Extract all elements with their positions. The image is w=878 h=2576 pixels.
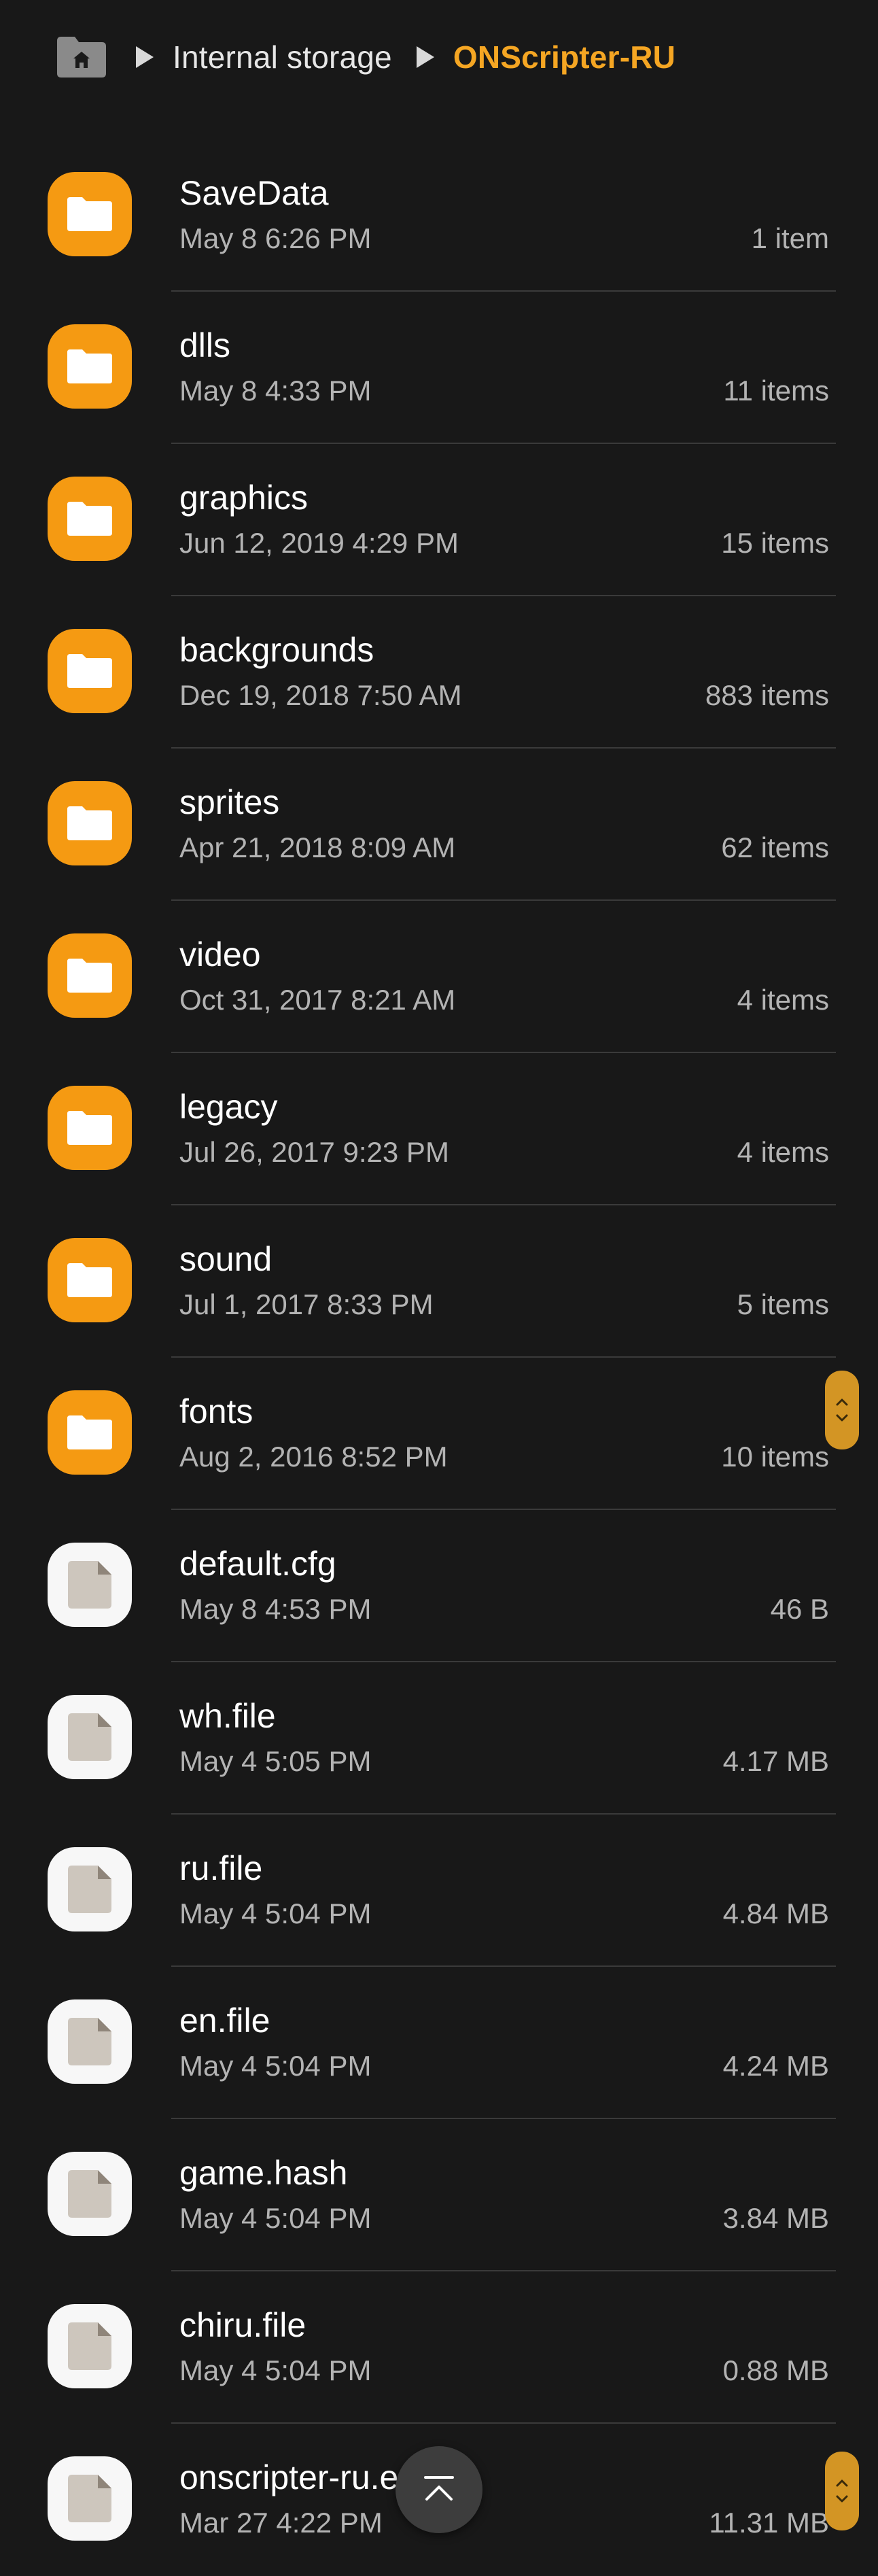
fast-scroll-handle-secondary[interactable] [825, 2452, 859, 2530]
folder-icon [48, 629, 132, 713]
file-name: wh.file [179, 1697, 276, 1735]
scroll-to-top-button[interactable] [396, 2446, 482, 2533]
file-meta: 4 items [737, 1136, 829, 1168]
file-name: backgrounds [179, 631, 374, 669]
file-name: sound [179, 1240, 273, 1278]
file-icon [48, 2152, 132, 2236]
file-date: Jul 26, 2017 9:23 PM [179, 1136, 449, 1168]
file-meta: 4.24 MB [722, 2050, 829, 2082]
file-meta: 15 items [721, 527, 829, 559]
list-item[interactable]: en.file May 4 5:04 PM 4.24 MB [0, 1967, 878, 2119]
scroll-chevrons-icon [836, 1398, 848, 1422]
folder-icon [48, 1086, 132, 1170]
list-item[interactable]: game.hash May 4 5:04 PM 3.84 MB [0, 2119, 878, 2271]
file-name: game.hash [179, 2154, 348, 2192]
file-meta: 883 items [705, 679, 829, 711]
file-icon [48, 1695, 132, 1779]
list-item[interactable]: fonts Aug 2, 2016 8:52 PM 10 items [0, 1358, 878, 1510]
folder-icon [48, 172, 132, 256]
file-name: fonts [179, 1392, 253, 1430]
list-item[interactable]: chiru.file May 4 5:04 PM 0.88 MB [0, 2271, 878, 2424]
file-date: Apr 21, 2018 8:09 AM [179, 831, 456, 863]
breadcrumb-internal-storage[interactable]: Internal storage [173, 39, 392, 75]
file-name: ru.file [179, 1849, 263, 1887]
file-meta: 4 items [737, 984, 829, 1016]
folder-icon [48, 1238, 132, 1322]
file-date: May 4 5:04 PM [179, 2202, 372, 2234]
folder-icon [48, 324, 132, 409]
file-icon [48, 2456, 132, 2541]
breadcrumb: Internal storage ONScripter-RU [0, 0, 878, 114]
file-meta: 0.88 MB [722, 2354, 829, 2386]
file-name: SaveData [179, 174, 329, 212]
list-item[interactable]: sprites Apr 21, 2018 8:09 AM 62 items [0, 749, 878, 901]
folder-icon [48, 781, 132, 865]
file-meta: 11.31 MB [709, 2507, 829, 2539]
breadcrumb-separator-icon [416, 46, 434, 68]
file-name: video [179, 935, 261, 974]
file-date: May 8 4:33 PM [179, 375, 372, 407]
file-list: SaveData May 8 6:26 PM 1 item dlls May 8… [0, 139, 878, 2576]
file-date: May 4 5:05 PM [179, 1745, 372, 1777]
file-date: Jul 1, 2017 8:33 PM [179, 1288, 434, 1320]
list-item[interactable]: backgrounds Dec 19, 2018 7:50 AM 883 ite… [0, 596, 878, 749]
file-date: Dec 19, 2018 7:50 AM [179, 679, 462, 711]
file-date: May 4 5:04 PM [179, 2050, 372, 2082]
file-icon [48, 1847, 132, 1931]
file-name: en.file [179, 2002, 270, 2040]
breadcrumb-current-folder[interactable]: ONScripter-RU [453, 39, 675, 75]
list-item[interactable]: SaveData May 8 6:26 PM 1 item [0, 139, 878, 292]
folder-icon [48, 1390, 132, 1475]
file-icon [48, 1999, 132, 2084]
file-date: Mar 27 4:22 PM [179, 2507, 383, 2539]
breadcrumb-separator-icon [136, 46, 154, 68]
chevron-up-icon [424, 2476, 454, 2501]
file-date: Oct 31, 2017 8:21 AM [179, 984, 456, 1016]
home-folder-icon[interactable] [54, 34, 109, 80]
file-date: May 4 5:04 PM [179, 1897, 372, 1929]
file-name: legacy [179, 1088, 278, 1126]
file-name: onscripter-ru.e [179, 2458, 399, 2496]
file-meta: 5 items [737, 1288, 829, 1320]
file-name: chiru.file [179, 2306, 306, 2344]
file-date: Jun 12, 2019 4:29 PM [179, 527, 459, 559]
file-meta: 1 item [751, 222, 829, 254]
file-icon [48, 2304, 132, 2388]
list-item[interactable]: ru.file May 4 5:04 PM 4.84 MB [0, 1815, 878, 1967]
file-meta: 4.17 MB [722, 1745, 829, 1777]
file-date: May 4 5:04 PM [179, 2354, 372, 2386]
list-item[interactable]: wh.file May 4 5:05 PM 4.17 MB [0, 1662, 878, 1815]
file-name: dlls [179, 326, 231, 364]
list-item[interactable]: dlls May 8 4:33 PM 11 items [0, 292, 878, 444]
file-date: May 8 6:26 PM [179, 222, 372, 254]
folder-icon [48, 477, 132, 561]
file-meta: 3.84 MB [722, 2202, 829, 2234]
file-date: Aug 2, 2016 8:52 PM [179, 1441, 448, 1473]
file-meta: 62 items [721, 831, 829, 863]
file-meta: 11 items [723, 375, 829, 407]
list-item[interactable]: legacy Jul 26, 2017 9:23 PM 4 items [0, 1053, 878, 1205]
file-meta: 4.84 MB [722, 1897, 829, 1929]
list-item[interactable]: sound Jul 1, 2017 8:33 PM 5 items [0, 1205, 878, 1358]
folder-icon [48, 933, 132, 1018]
file-date: May 8 4:53 PM [179, 1593, 372, 1625]
file-meta: 10 items [721, 1441, 829, 1473]
file-name: sprites [179, 783, 280, 821]
list-item[interactable]: default.cfg May 8 4:53 PM 46 B [0, 1510, 878, 1662]
file-icon [48, 1543, 132, 1627]
file-name: default.cfg [179, 1545, 336, 1583]
file-name: graphics [179, 479, 308, 517]
list-item[interactable]: video Oct 31, 2017 8:21 AM 4 items [0, 901, 878, 1053]
scroll-chevrons-icon [836, 2479, 848, 2503]
file-meta: 46 B [770, 1593, 829, 1625]
fast-scroll-handle[interactable] [825, 1371, 859, 1449]
list-item[interactable]: graphics Jun 12, 2019 4:29 PM 15 items [0, 444, 878, 596]
